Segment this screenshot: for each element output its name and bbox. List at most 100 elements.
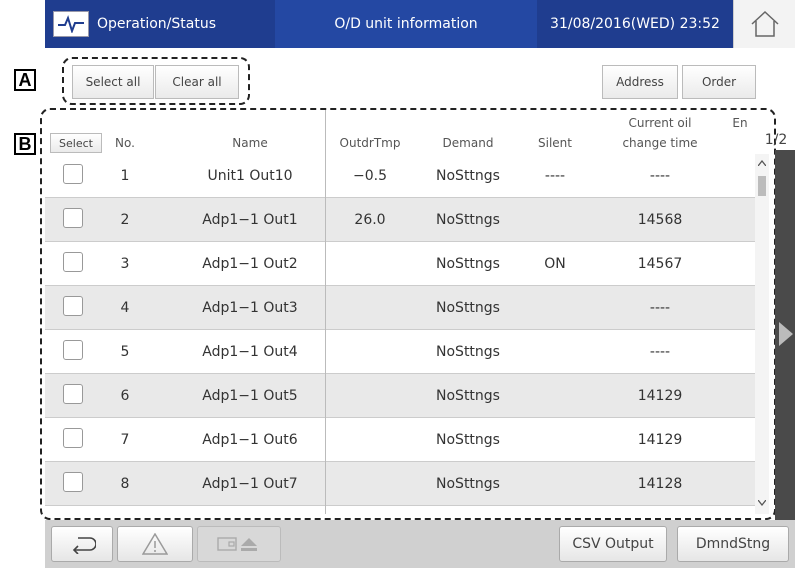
table-header: Select No. Name OutdrTmp Demand Silent C… — [45, 108, 787, 154]
cell-outdr-tmp — [330, 418, 410, 462]
select-column-button[interactable]: Select — [50, 133, 102, 153]
cell-no: 6 — [120, 388, 130, 404]
csv-output-button[interactable]: CSV Output — [559, 526, 667, 562]
back-button[interactable] — [51, 526, 113, 562]
cell-silent: ON — [544, 256, 566, 272]
row-checkbox[interactable] — [63, 252, 83, 272]
cell-oil: 14129 — [637, 432, 683, 448]
cell-silent — [525, 462, 585, 506]
row-checkbox[interactable] — [63, 340, 83, 360]
table-row[interactable]: 1 Unit1 Out10 −0.5 NoSttngs ---- ---- — [45, 154, 755, 198]
cell-silent — [525, 286, 585, 330]
cell-silent: ---- — [544, 168, 566, 184]
cell-silent — [525, 418, 585, 462]
cell-name: Adp1−1 Out5 — [202, 388, 298, 404]
cell-name: Adp1−1 Out1 — [202, 212, 298, 228]
table-row[interactable]: 8 Adp1−1 Out7 NoSttngs 14128 — [45, 462, 755, 506]
cell-outdr-tmp: −0.5 — [353, 168, 387, 184]
warning-icon — [142, 533, 168, 555]
operation-status-tab[interactable]: Operation/Status — [45, 0, 275, 48]
table-row[interactable]: 4 Adp1−1 Out3 NoSttngs ---- — [45, 286, 755, 330]
cell-outdr-tmp — [330, 330, 410, 374]
datetime-display: 31/08/2016(WED) 23:52 — [537, 0, 733, 48]
cell-demand: NoSttngs — [436, 168, 500, 184]
cell-name: Adp1−1 Out3 — [202, 300, 298, 316]
cell-no: 3 — [120, 256, 130, 272]
unit-table-body: 1 Unit1 Out10 −0.5 NoSttngs ---- ---- 2 Adp1−1 … — [45, 154, 755, 514]
cell-oil: ---- — [649, 344, 671, 360]
cell-oil: 14567 — [637, 256, 683, 272]
table-row[interactable]: 2 Adp1−1 Out1 26.0 NoSttngs 14568 — [45, 198, 755, 242]
next-page-panel[interactable] — [775, 150, 795, 520]
cell-demand: NoSttngs — [436, 212, 500, 228]
page-indicator: 1/2 — [764, 132, 788, 148]
header-oil-line2: change time — [622, 136, 698, 150]
cell-demand: NoSttngs — [436, 432, 500, 448]
row-checkbox[interactable] — [63, 164, 83, 184]
callout-a-frame — [62, 57, 250, 105]
callout-a-label: A — [14, 69, 36, 91]
header-bar: Operation/Status O/D unit information 31… — [45, 0, 795, 48]
cell-silent — [525, 330, 585, 374]
cell-demand: NoSttngs — [436, 388, 500, 404]
row-checkbox[interactable] — [63, 428, 83, 448]
back-arrow-icon — [72, 537, 96, 554]
vertical-scrollbar[interactable] — [755, 154, 769, 514]
table-row[interactable]: 7 Adp1−1 Out6 NoSttngs 14129 — [45, 418, 755, 462]
cell-outdr-tmp — [330, 462, 410, 506]
scroll-up-icon[interactable] — [758, 160, 766, 166]
cell-outdr-tmp — [330, 286, 410, 330]
home-button[interactable] — [733, 0, 795, 48]
cell-name: Unit1 Out10 — [207, 168, 293, 184]
row-checkbox[interactable] — [63, 208, 83, 228]
header-name: Name — [232, 136, 268, 150]
cell-demand: NoSttngs — [436, 300, 500, 316]
header-demand: Demand — [442, 136, 494, 150]
cell-no: 8 — [120, 476, 130, 492]
cell-demand: NoSttngs — [436, 476, 500, 492]
heartbeat-icon — [53, 11, 89, 37]
operation-status-label: Operation/Status — [97, 16, 216, 32]
cell-oil: ---- — [649, 168, 671, 184]
scroll-thumb[interactable] — [758, 176, 766, 196]
row-checkbox[interactable] — [63, 384, 83, 404]
scroll-down-icon[interactable] — [758, 500, 766, 506]
eject-icon — [217, 537, 257, 551]
cell-no: 1 — [120, 168, 130, 184]
order-button[interactable]: Order — [682, 65, 756, 99]
next-page-arrow-icon[interactable] — [779, 322, 793, 346]
cell-name: Adp1−1 Out7 — [202, 476, 298, 492]
address-button[interactable]: Address — [602, 65, 678, 99]
header-outdrtmp: OutdrTmp — [339, 136, 401, 150]
cell-outdr-tmp — [330, 242, 410, 286]
header-en: En — [732, 116, 748, 130]
column-divider — [325, 110, 326, 514]
table-row[interactable]: 3 Adp1−1 Out2 NoSttngs ON 14567 — [45, 242, 755, 286]
cell-name: Adp1−1 Out2 — [202, 256, 298, 272]
row-checkbox[interactable] — [63, 472, 83, 492]
footer-bar: CSV Output DmndStng — [45, 520, 795, 568]
page-title: O/D unit information — [275, 0, 537, 48]
table-row[interactable]: 5 Adp1−1 Out4 NoSttngs ---- — [45, 330, 755, 374]
eject-button[interactable] — [197, 526, 281, 562]
cell-demand: NoSttngs — [436, 256, 500, 272]
header-silent: Silent — [538, 136, 572, 150]
home-icon — [751, 10, 779, 37]
cell-oil: ---- — [649, 300, 671, 316]
cell-oil: 14128 — [637, 476, 683, 492]
cell-name: Adp1−1 Out4 — [202, 344, 298, 360]
cell-no: 4 — [120, 300, 130, 316]
cell-no: 5 — [120, 344, 130, 360]
demand-setting-button[interactable]: DmndStng — [677, 526, 789, 562]
cell-outdr-tmp — [330, 374, 410, 418]
table-row[interactable]: 6 Adp1−1 Out5 NoSttngs 14129 — [45, 374, 755, 418]
row-checkbox[interactable] — [63, 296, 83, 316]
cell-oil: 14568 — [637, 212, 683, 228]
cell-silent — [525, 198, 585, 242]
cell-outdr-tmp: 26.0 — [354, 212, 386, 228]
header-oil-line1: Current oil — [628, 116, 692, 130]
cell-demand: NoSttngs — [436, 344, 500, 360]
cell-oil: 14129 — [637, 388, 683, 404]
alarm-button[interactable] — [117, 526, 193, 562]
callout-b-label: B — [14, 133, 36, 155]
